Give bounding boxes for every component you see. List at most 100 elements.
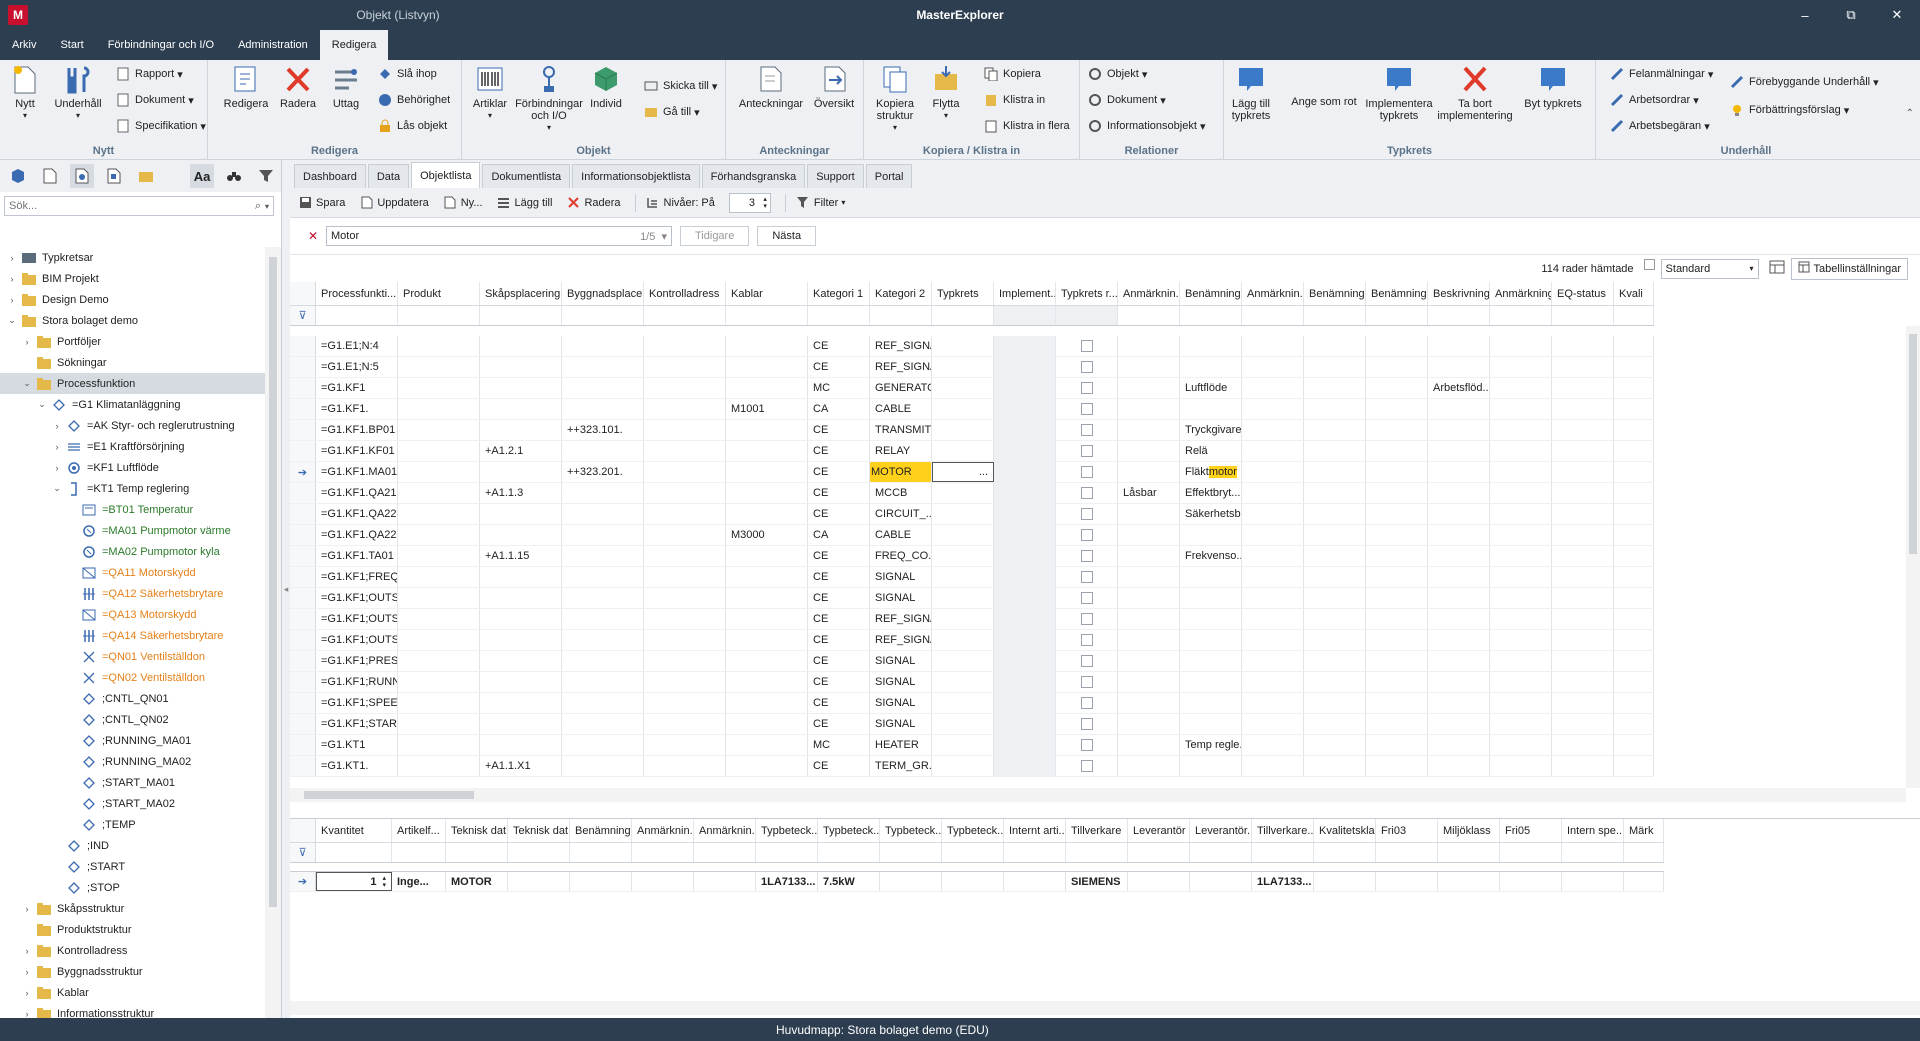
table-cell[interactable] xyxy=(1056,630,1118,650)
filter-cell[interactable] xyxy=(808,306,870,325)
column-header[interactable]: Kontrolladress xyxy=(644,282,726,305)
table-cell[interactable] xyxy=(1490,336,1552,356)
table-cell[interactable] xyxy=(1500,872,1562,891)
table-cell[interactable] xyxy=(644,462,726,482)
filter-cell[interactable] xyxy=(480,306,562,325)
row-indicator[interactable] xyxy=(290,399,316,419)
table-cell[interactable] xyxy=(726,672,808,692)
column-header[interactable]: Kategori 2 xyxy=(870,282,932,305)
collapse-ribbon-icon[interactable]: ⌃ xyxy=(1906,108,1914,119)
table-cell[interactable] xyxy=(1614,756,1654,776)
table-cell[interactable] xyxy=(480,588,562,608)
table-cell[interactable] xyxy=(726,609,808,629)
table-cell[interactable] xyxy=(480,336,562,356)
row-indicator[interactable] xyxy=(290,693,316,713)
table-cell[interactable] xyxy=(1438,872,1500,891)
collapse-icon[interactable]: ⌄ xyxy=(51,483,63,494)
filter-icon[interactable]: ⊽ xyxy=(290,843,316,862)
row-indicator[interactable] xyxy=(290,546,316,566)
table-cell[interactable] xyxy=(398,735,480,755)
lagg-till-typkrets-button[interactable]: Lägg till typkrets xyxy=(1226,64,1276,122)
stepper-arrows-icon[interactable]: ▴ ▾ xyxy=(382,875,386,889)
table-cell[interactable] xyxy=(1056,357,1118,377)
table-cell[interactable] xyxy=(994,546,1056,566)
filter-cell[interactable] xyxy=(398,306,480,325)
table-cell[interactable] xyxy=(398,357,480,377)
typkrets-checkbox[interactable] xyxy=(1080,529,1093,541)
table-cell[interactable] xyxy=(932,546,994,566)
table-cell[interactable] xyxy=(644,546,726,566)
table-cell[interactable] xyxy=(1428,588,1490,608)
typkrets-checkbox[interactable] xyxy=(1080,487,1093,499)
column-header[interactable]: Skåpsplacering xyxy=(480,282,562,305)
grid-hscroll-thumb[interactable] xyxy=(304,791,474,799)
table-cell[interactable]: CE xyxy=(808,567,870,587)
table-cell[interactable] xyxy=(562,357,644,377)
current-row-marker[interactable]: ➔ xyxy=(290,872,316,891)
table-cell[interactable] xyxy=(942,872,1004,891)
table-cell[interactable] xyxy=(1180,357,1242,377)
table-cell[interactable] xyxy=(644,714,726,734)
table-cell[interactable] xyxy=(932,378,994,398)
table-cell[interactable]: TERM_GR... xyxy=(870,756,932,776)
klistra-in-flera-button[interactable]: Klistra in flera xyxy=(984,116,1070,136)
table-cell[interactable]: CE xyxy=(808,651,870,671)
table-cell[interactable]: =G1.KF1.QA22. xyxy=(316,525,398,545)
table-cell[interactable] xyxy=(562,651,644,671)
column-header[interactable]: Benämning 2 xyxy=(1304,282,1366,305)
table-cell[interactable] xyxy=(1118,567,1180,587)
table-cell[interactable] xyxy=(398,588,480,608)
expand-icon[interactable]: › xyxy=(51,442,63,452)
table-cell[interactable] xyxy=(644,630,726,650)
table-cell[interactable] xyxy=(1552,462,1614,482)
column-header[interactable]: Tillverkare... xyxy=(1252,819,1314,842)
table-cell[interactable] xyxy=(1428,357,1490,377)
table-cell[interactable] xyxy=(1490,630,1552,650)
kopiera-struktur-button[interactable]: Kopiera struktur ▾ xyxy=(870,64,920,134)
filter-cell[interactable] xyxy=(1252,843,1314,862)
table-cell[interactable] xyxy=(1056,483,1118,503)
table-cell[interactable]: =G1.KF1;OUTS... xyxy=(316,588,398,608)
table-cell[interactable] xyxy=(1118,630,1180,650)
table-cell[interactable] xyxy=(1366,567,1428,587)
table-cell[interactable] xyxy=(562,735,644,755)
table-cell[interactable] xyxy=(1180,630,1242,650)
tree-node[interactable]: ;RUNNING_MA01 xyxy=(0,730,265,751)
typkrets-checkbox[interactable] xyxy=(1080,739,1093,751)
table-cell[interactable] xyxy=(1056,609,1118,629)
column-header[interactable]: Processfunkti... xyxy=(316,282,398,305)
table-cell[interactable] xyxy=(398,609,480,629)
column-header[interactable]: Kategori 1 xyxy=(808,282,870,305)
table-cell[interactable] xyxy=(1118,462,1180,482)
table-cell[interactable]: CE xyxy=(808,693,870,713)
filter-cell[interactable] xyxy=(1562,843,1624,862)
table-cell[interactable] xyxy=(398,462,480,482)
table-cell[interactable] xyxy=(1490,651,1552,671)
table-cell[interactable]: SIGNAL xyxy=(870,567,932,587)
table-cell[interactable] xyxy=(1428,420,1490,440)
dokument-button[interactable]: Dokument ▾ xyxy=(116,90,194,110)
table-cell[interactable] xyxy=(1242,399,1304,419)
expand-icon[interactable]: › xyxy=(6,295,18,305)
table-cell[interactable] xyxy=(1242,693,1304,713)
table-cell[interactable] xyxy=(480,714,562,734)
table-cell[interactable] xyxy=(1366,735,1428,755)
menu-tab-redigera[interactable]: Redigera xyxy=(319,30,389,60)
filter-cell[interactable] xyxy=(1304,306,1366,325)
table-cell[interactable] xyxy=(1490,546,1552,566)
filter-icon[interactable]: ⊽ xyxy=(290,306,316,325)
table-cell[interactable] xyxy=(1366,630,1428,650)
table-cell[interactable] xyxy=(480,420,562,440)
table-cell[interactable] xyxy=(932,567,994,587)
table-cell[interactable] xyxy=(398,504,480,524)
table-cell[interactable] xyxy=(1614,567,1654,587)
panel-splitter[interactable]: ◂ xyxy=(282,160,290,1018)
table-cell[interactable] xyxy=(1304,609,1366,629)
table-cell[interactable]: 1LA7133... xyxy=(756,872,818,891)
table-cell[interactable] xyxy=(994,378,1056,398)
column-header[interactable]: Anmärknin... xyxy=(1118,282,1180,305)
table-cell[interactable] xyxy=(1552,420,1614,440)
table-cell[interactable] xyxy=(1118,420,1180,440)
table-cell[interactable] xyxy=(994,714,1056,734)
table-cell[interactable] xyxy=(932,735,994,755)
